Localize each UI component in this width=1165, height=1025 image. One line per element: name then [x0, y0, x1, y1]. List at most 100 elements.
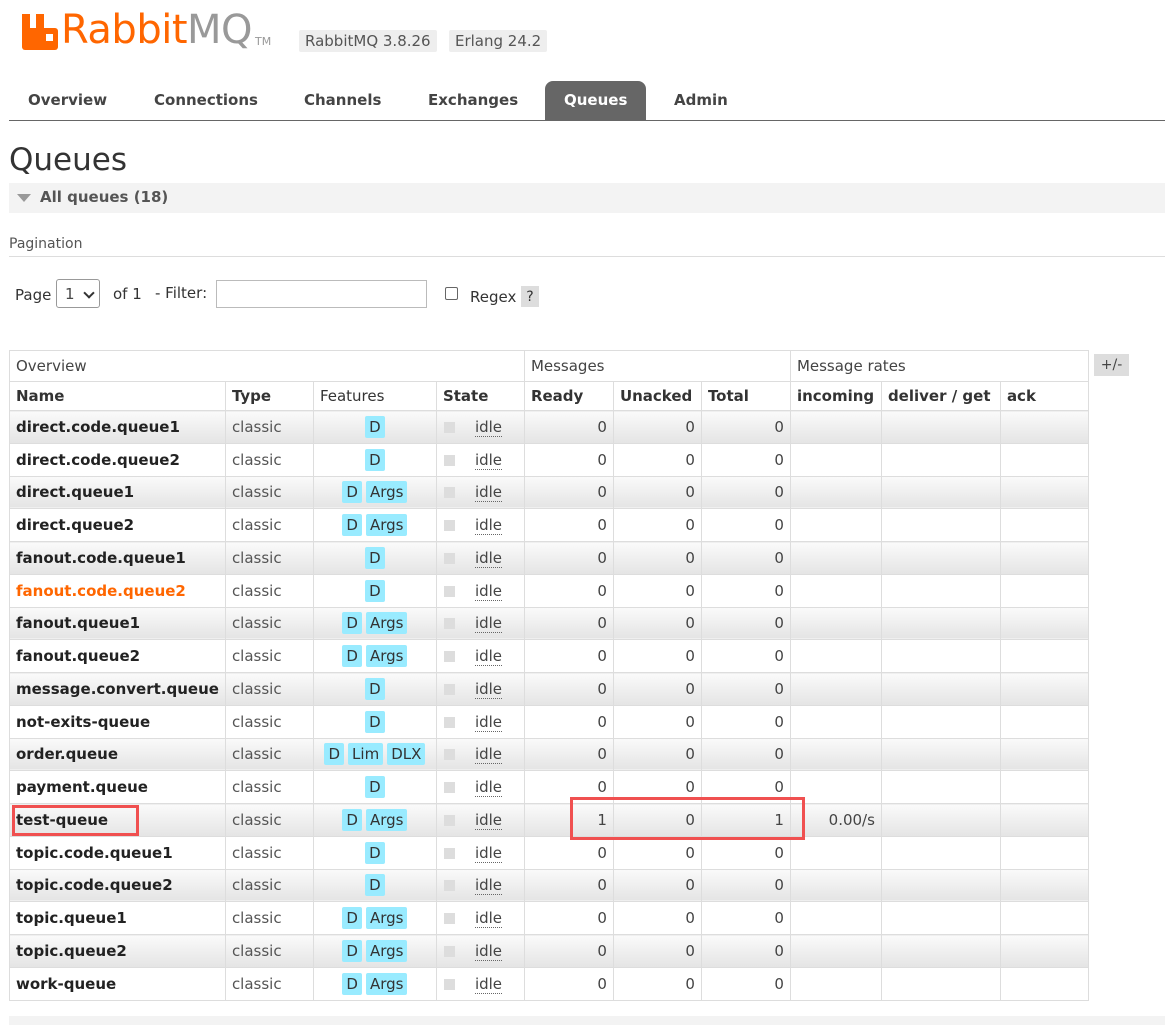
section-title: All queues (18) [40, 188, 169, 206]
queue-name-link[interactable]: topic.queue1 [9, 901, 226, 935]
queue-name-link[interactable]: fanout.queue2 [9, 639, 226, 673]
regex-checkbox[interactable] [445, 287, 458, 300]
state-indicator-icon [443, 814, 455, 826]
queue-name-link[interactable]: fanout.code.queue1 [9, 541, 226, 575]
queue-name-link[interactable]: work-queue [9, 966, 226, 1001]
feature-badge: D [342, 907, 362, 930]
deliver-get-rate [880, 803, 1001, 837]
table-row[interactable]: topic.code.queue1 classic Didle 0 0 0 [9, 835, 1089, 870]
regex-help-button[interactable]: ? [521, 286, 539, 307]
tab-channels[interactable]: Channels [285, 81, 400, 120]
queue-name-link[interactable]: fanout.code.queue2 [9, 573, 226, 608]
ready-count: 0 [523, 704, 614, 739]
incoming-rate [789, 835, 882, 870]
column-header-deliver-get[interactable]: deliver / get [880, 381, 1001, 411]
tab-queues[interactable]: Queues [545, 81, 647, 120]
table-row[interactable]: fanout.code.queue1 classic Didle 0 0 0 [9, 541, 1089, 575]
table-row[interactable]: topic.code.queue2 classic Didle 0 0 0 [9, 868, 1089, 903]
queue-type: classic [224, 835, 314, 870]
table-row[interactable]: direct.queue1 classic D Args idle 0 0 0 [9, 475, 1089, 510]
queue-features: D Args [312, 966, 437, 1001]
ack-rate [999, 639, 1089, 673]
queue-name-link[interactable]: direct.code.queue1 [9, 410, 226, 444]
table-row[interactable]: direct.code.queue1 classic Didle 0 0 0 [9, 410, 1089, 444]
table-row[interactable]: not-exits-queue classic Didle 0 0 0 [9, 704, 1089, 739]
column-header-state[interactable]: State [435, 381, 525, 411]
queue-name-link[interactable]: direct.code.queue2 [9, 442, 226, 477]
table-row[interactable]: message.convert.queue classic Didle 0 0 0 [9, 672, 1089, 706]
queue-state: idle [435, 737, 525, 772]
table-row[interactable]: direct.queue2 classic D Args idle 0 0 0 [9, 508, 1089, 542]
table-row[interactable]: test-queue classic D Args idle 1 0 1 0.00/s [9, 803, 1089, 837]
column-header-total[interactable]: Total [700, 381, 791, 411]
table-row[interactable]: topic.queue2 classic D Args idle 0 0 0 [9, 934, 1089, 968]
deliver-get-rate [880, 770, 1001, 804]
queue-name-link[interactable]: fanout.queue1 [9, 606, 226, 641]
queue-name-link[interactable]: order.queue [9, 737, 226, 772]
page-select[interactable]: 1 [56, 279, 100, 308]
table-row[interactable]: topic.queue1 classic D Args idle 0 0 0 [9, 901, 1089, 935]
total-count: 0 [700, 835, 791, 870]
rabbitmq-logo[interactable]: RabbitMQ TM [22, 10, 271, 50]
queue-features: D [312, 770, 437, 804]
state-label: idle [474, 778, 503, 798]
column-header-type[interactable]: Type [224, 381, 314, 411]
queue-type: classic [224, 573, 314, 608]
queues-table: Overview Messages Message rates Name Typ… [9, 350, 1089, 1001]
ready-count: 0 [523, 901, 614, 935]
queue-type: classic [224, 606, 314, 641]
tab-connections[interactable]: Connections [135, 81, 277, 120]
state-label: idle [474, 941, 503, 961]
tab-overview[interactable]: Overview [9, 81, 126, 120]
ack-rate [999, 475, 1089, 510]
all-queues-section-toggle[interactable]: All queues (18) [9, 183, 1165, 213]
state-label: idle [474, 909, 503, 929]
queue-features: D [312, 442, 437, 477]
next-section-header[interactable] [9, 1016, 1165, 1025]
tab-exchanges[interactable]: Exchanges [409, 81, 537, 120]
incoming-rate [789, 442, 882, 477]
column-header-incoming[interactable]: incoming [789, 381, 882, 411]
ack-rate [999, 508, 1089, 542]
state-label: idle [474, 548, 503, 568]
unacked-count: 0 [612, 475, 702, 510]
queue-name-link[interactable]: topic.code.queue2 [9, 868, 226, 903]
queue-name-link[interactable]: direct.queue2 [9, 508, 226, 542]
queue-name-link[interactable]: direct.queue1 [9, 475, 226, 510]
queue-name-link[interactable]: not-exits-queue [9, 704, 226, 739]
filter-input[interactable] [216, 280, 427, 308]
table-row[interactable]: payment.queue classic Didle 0 0 0 [9, 770, 1089, 804]
queue-state: idle [435, 442, 525, 477]
table-row[interactable]: order.queue classic D Lim DLX idle 0 0 0 [9, 737, 1089, 772]
queue-features: D Args [312, 639, 437, 673]
page-count-label: of 1 [113, 285, 142, 303]
tab-admin[interactable]: Admin [655, 81, 747, 120]
column-header-name[interactable]: Name [9, 381, 226, 411]
column-header-ready[interactable]: Ready [523, 381, 614, 411]
deliver-get-rate [880, 442, 1001, 477]
feature-badge: D [365, 776, 385, 799]
unacked-count: 0 [612, 508, 702, 542]
feature-badge: D [365, 415, 385, 438]
queue-name-link[interactable]: message.convert.queue [9, 672, 226, 706]
incoming-rate [789, 737, 882, 772]
queue-features: D Args [312, 475, 437, 510]
total-count: 0 [700, 868, 791, 903]
queue-type: classic [224, 737, 314, 772]
queue-name-link[interactable]: topic.queue2 [9, 934, 226, 968]
queue-name-link[interactable]: topic.code.queue1 [9, 835, 226, 870]
table-row[interactable]: direct.code.queue2 classic Didle 0 0 0 [9, 442, 1089, 477]
table-row[interactable]: work-queue classic D Args idle 0 0 0 [9, 966, 1089, 1001]
table-row[interactable]: fanout.queue1 classic D Args idle 0 0 0 [9, 606, 1089, 641]
queue-name-link[interactable]: payment.queue [9, 770, 226, 804]
deliver-get-rate [880, 672, 1001, 706]
table-row[interactable]: fanout.code.queue2 classic Didle 0 0 0 [9, 573, 1089, 608]
feature-badge: D [365, 546, 385, 569]
table-row[interactable]: fanout.queue2 classic D Args idle 0 0 0 [9, 639, 1089, 673]
ack-rate [999, 966, 1089, 1001]
page-select-value: 1 [65, 285, 75, 303]
columns-toggle-button[interactable]: +/- [1094, 354, 1129, 376]
column-header-unacked[interactable]: Unacked [612, 381, 702, 411]
feature-badge: D [365, 579, 385, 602]
column-header-ack[interactable]: ack [999, 381, 1089, 411]
